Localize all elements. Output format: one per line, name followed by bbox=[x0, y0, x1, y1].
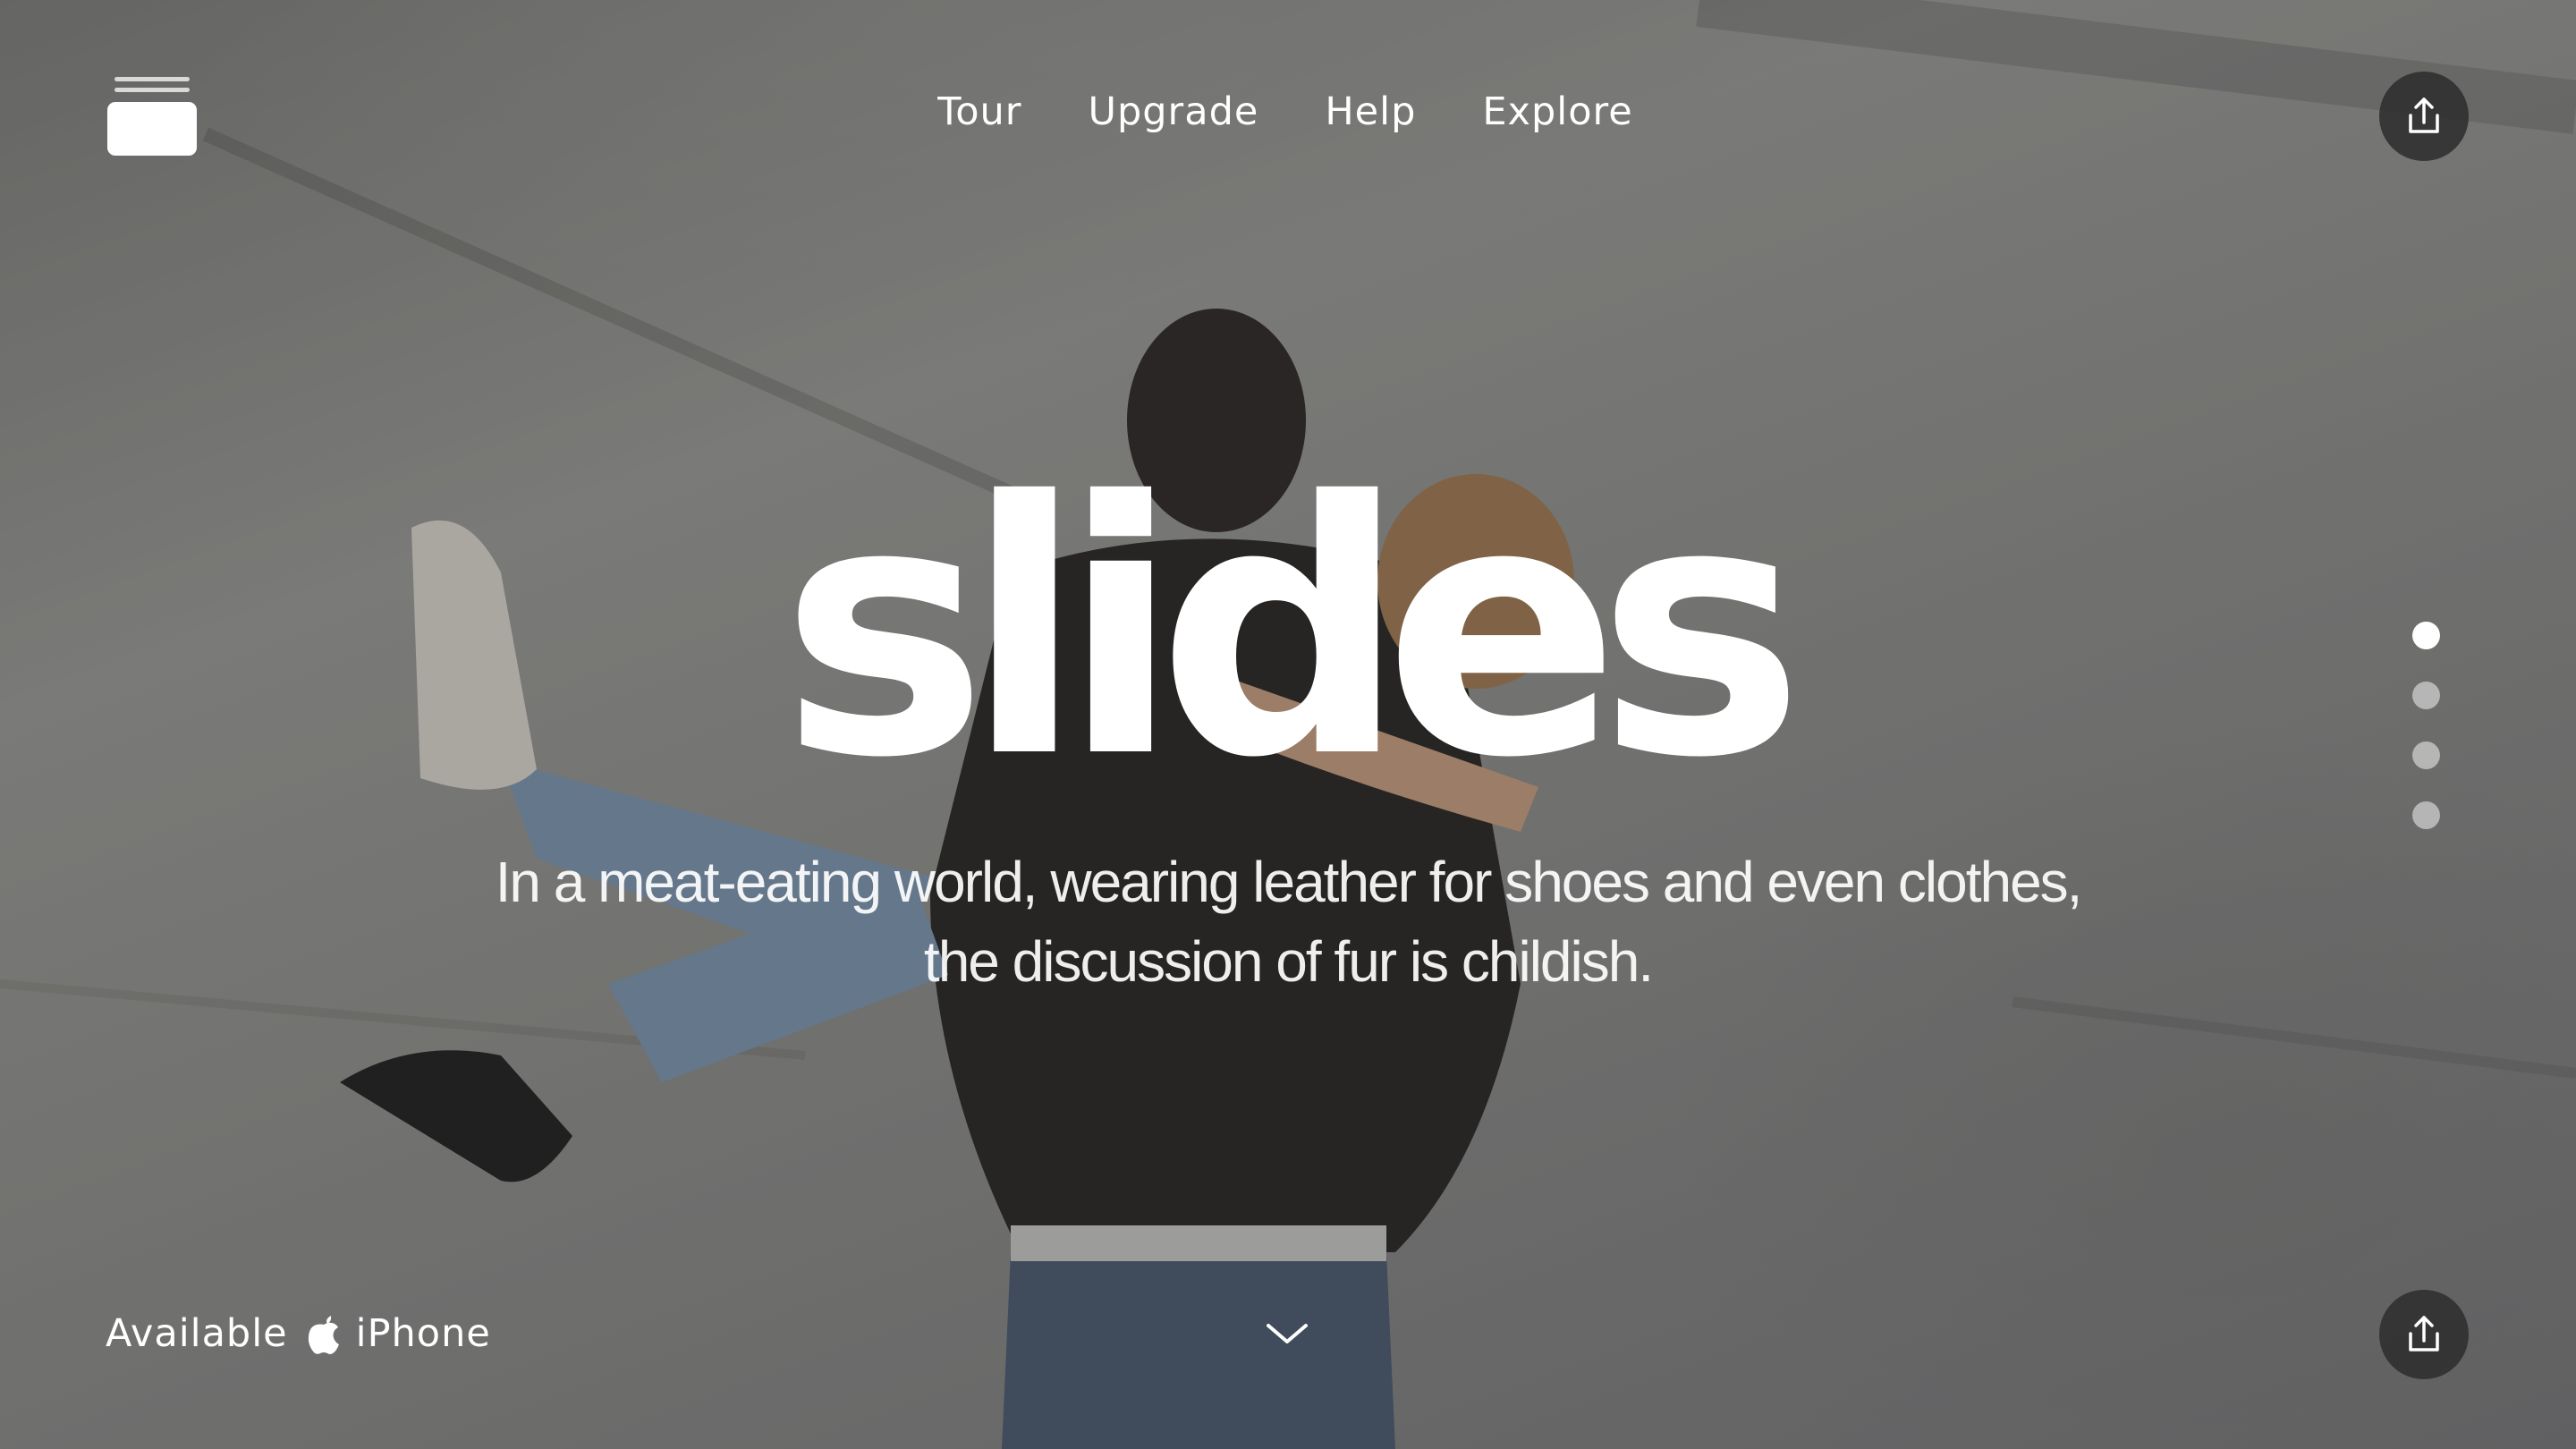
share-icon bbox=[2409, 97, 2439, 133]
nav-tour[interactable]: Tour bbox=[937, 89, 1021, 134]
pager-dot-4[interactable] bbox=[2412, 801, 2440, 829]
pager-dot-2[interactable] bbox=[2412, 682, 2440, 709]
logo-stack-line bbox=[114, 77, 190, 81]
hero-title: slides bbox=[780, 428, 1804, 834]
nav-explore[interactable]: Explore bbox=[1482, 89, 1632, 134]
chevron-down-icon[interactable] bbox=[1263, 1315, 1311, 1351]
pager-dot-1[interactable] bbox=[2412, 622, 2440, 649]
share-button-top[interactable] bbox=[2379, 72, 2469, 161]
slide-stage: Tour Upgrade Help Explore slides In a me… bbox=[0, 0, 2576, 1449]
share-icon bbox=[2409, 1316, 2439, 1352]
slide-pager bbox=[2412, 622, 2440, 829]
hero-subtitle: In a meat-eating world, wearing leather … bbox=[340, 843, 2236, 1002]
nav-upgrade[interactable]: Upgrade bbox=[1088, 89, 1258, 134]
platform-label: iPhone bbox=[355, 1311, 491, 1356]
apple-icon bbox=[308, 1316, 339, 1354]
availability-label: Available bbox=[106, 1311, 288, 1356]
hero-subtitle-line: the discussion of fur is childish. bbox=[923, 929, 1654, 994]
hero-subtitle-line: In a meat-eating world, wearing leather … bbox=[495, 850, 2083, 914]
nav-help[interactable]: Help bbox=[1325, 89, 1416, 134]
share-button-bottom[interactable] bbox=[2379, 1290, 2469, 1379]
top-nav: Tour Upgrade Help Explore bbox=[0, 89, 2576, 134]
pager-dot-3[interactable] bbox=[2412, 741, 2440, 769]
availability-badge[interactable]: Available iPhone bbox=[106, 1311, 491, 1356]
